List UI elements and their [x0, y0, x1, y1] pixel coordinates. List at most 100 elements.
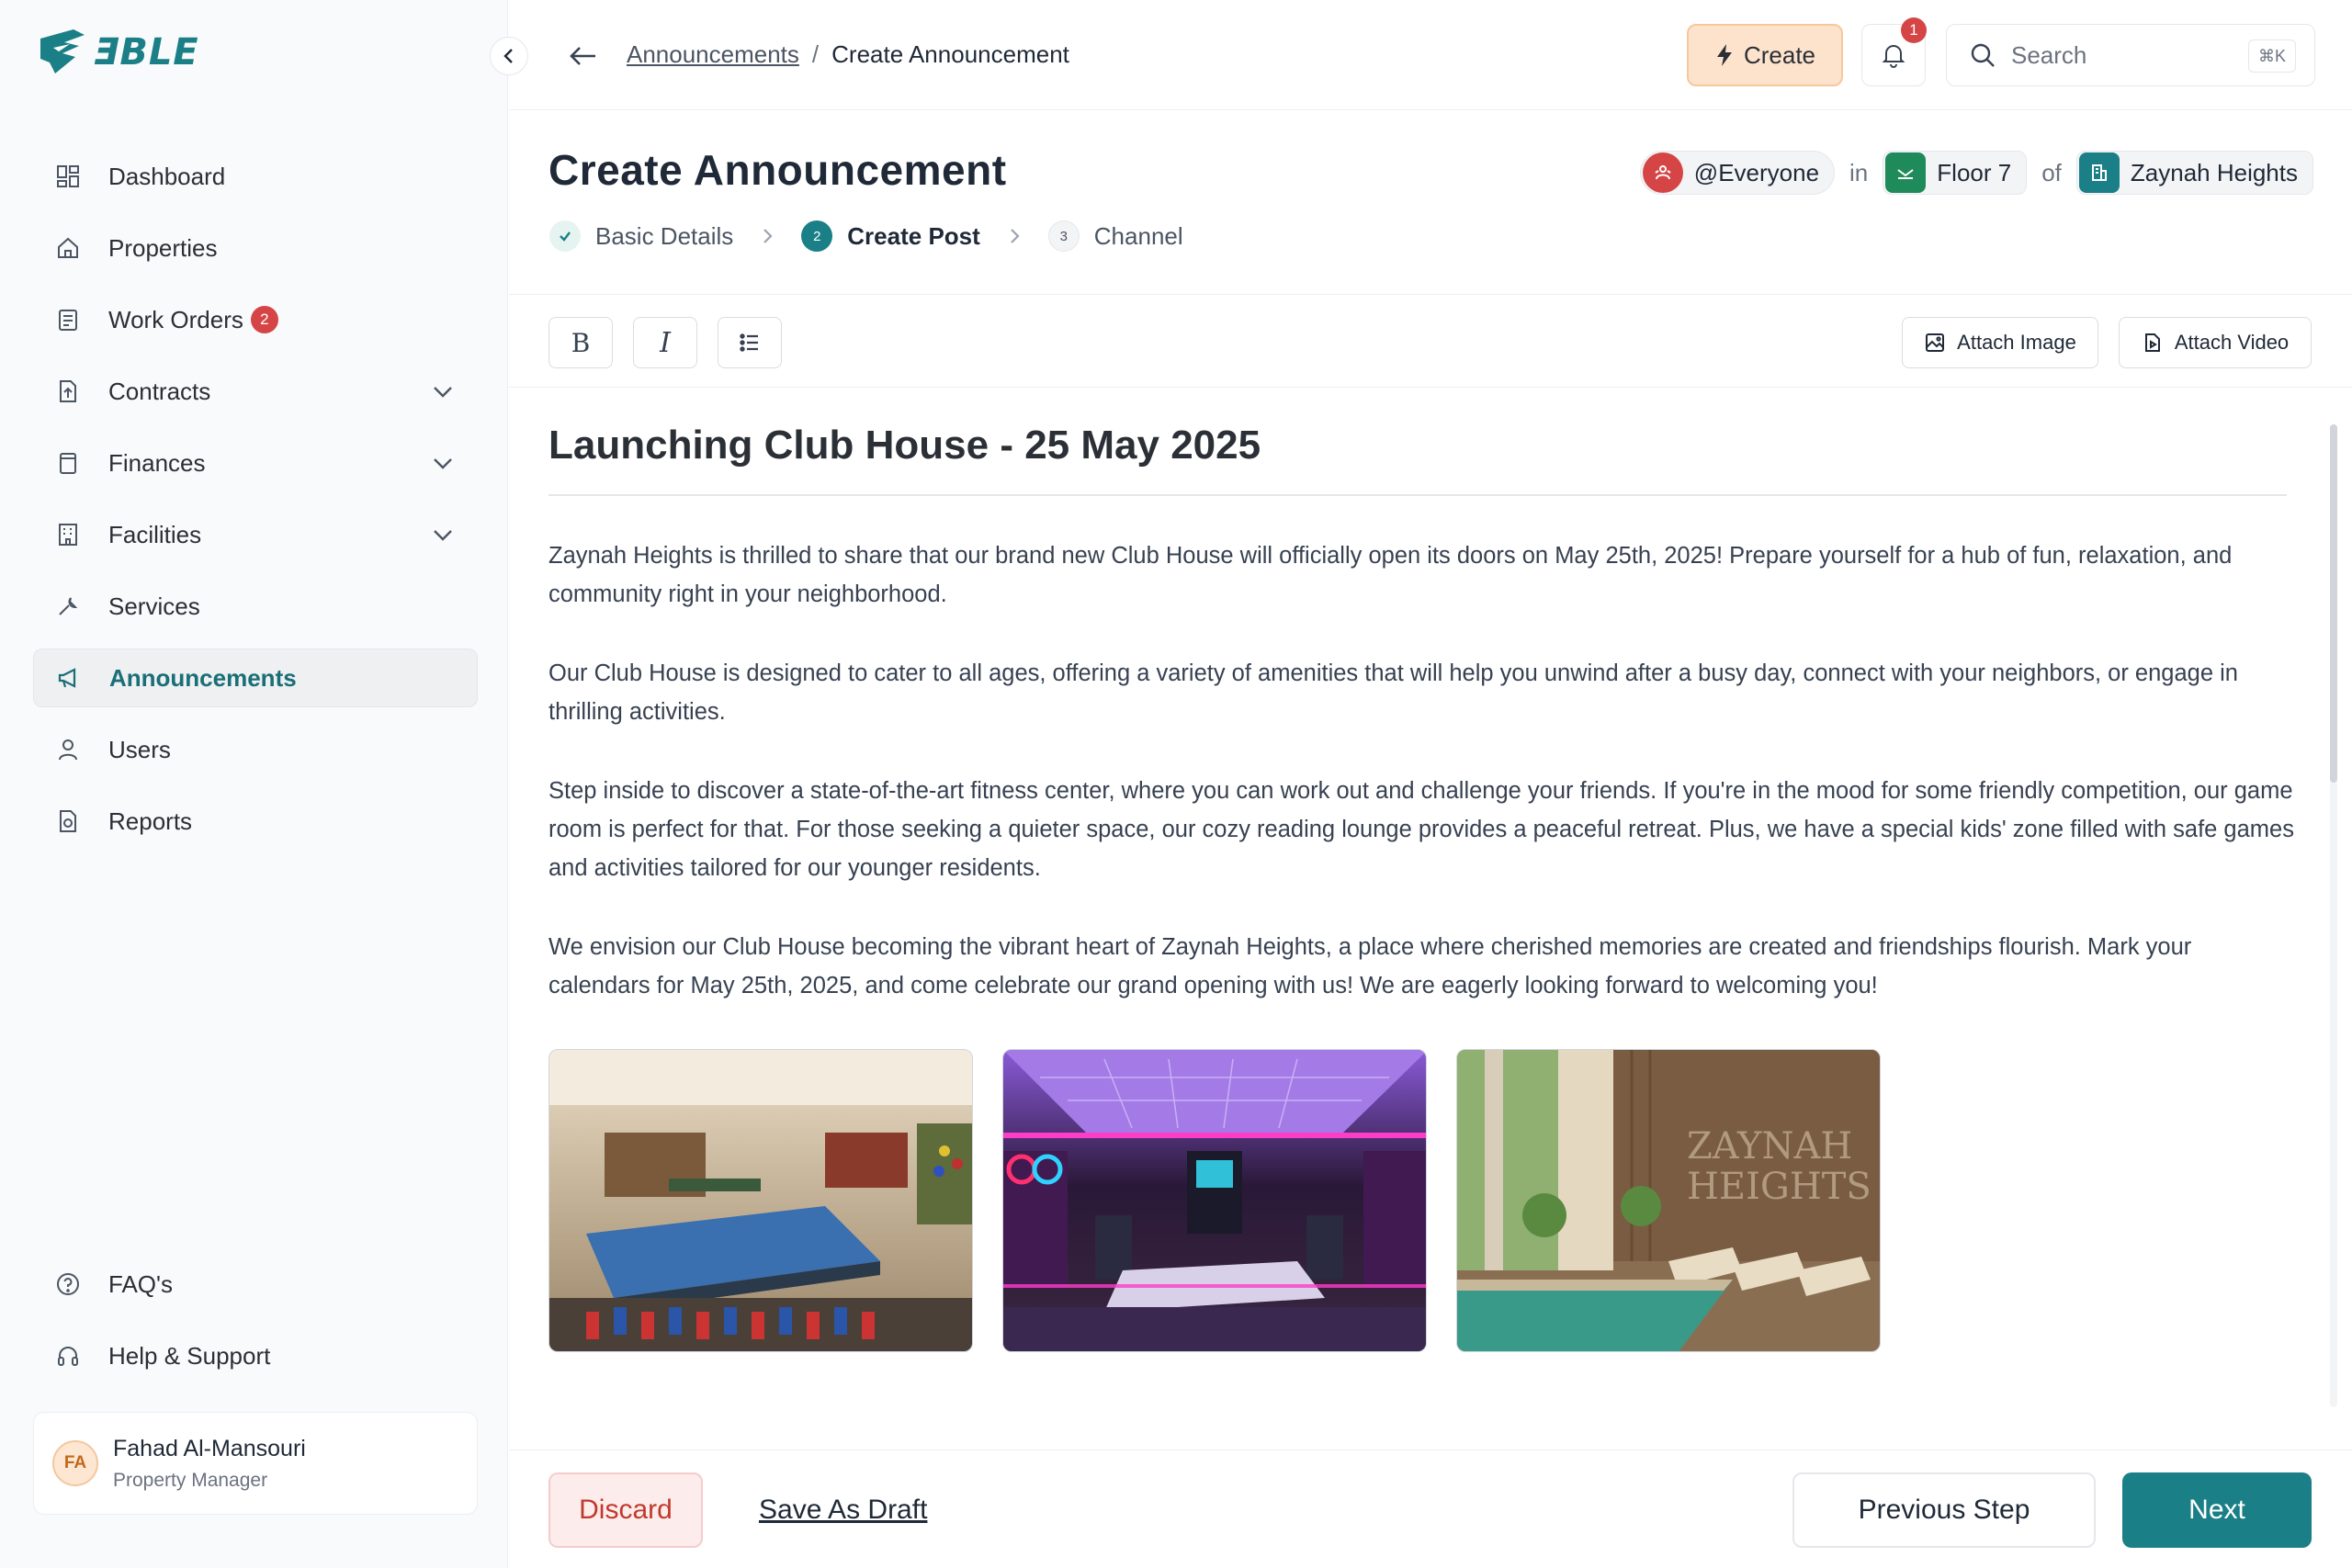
sidebar-item-users[interactable]: Users: [33, 720, 478, 779]
game-room-image[interactable]: [548, 1049, 973, 1352]
wrench-icon: [53, 592, 83, 621]
sidebar-item-label: Work Orders: [108, 305, 243, 333]
chevron-right-icon: [1011, 229, 1020, 243]
app-logo[interactable]: ƎBLE: [37, 26, 199, 79]
wallet-icon: [53, 448, 83, 478]
post-paragraph: Step inside to discover a state-of-the-a…: [548, 778, 2294, 881]
sidebar-item-work-orders[interactable]: Work Orders 2: [33, 290, 478, 349]
attach-video-button[interactable]: Attach Video: [2119, 317, 2312, 368]
building-icon: [53, 520, 83, 549]
step-3-number: 3: [1047, 220, 1080, 252]
sidebar-item-services[interactable]: Services: [33, 577, 478, 636]
post-body-field[interactable]: Zaynah Heights is thrilled to share that…: [548, 536, 2294, 1005]
search-box[interactable]: ⌘K: [1946, 24, 2315, 86]
step-indicator: Basic Details 2 Create Post 3 Channel: [549, 220, 1183, 252]
attached-images: ZAYNAH HEIGHTS: [548, 1049, 1881, 1352]
wall-sign-line-1: ZAYNAH: [1687, 1125, 1852, 1168]
image-icon: [1926, 333, 1945, 352]
editor-scrollbar[interactable]: [2330, 424, 2337, 1407]
sidebar-bottom-nav: FAQ's Help & Support: [33, 1255, 478, 1398]
sidebar-item-announcements[interactable]: Announcements: [33, 649, 478, 707]
search-input[interactable]: [2011, 40, 2222, 70]
audience-of-text: of: [2041, 158, 2062, 186]
search-shortcut-hint: ⌘K: [2247, 39, 2296, 73]
sidebar-item-label: Finances: [108, 448, 206, 477]
next-button[interactable]: Next: [2122, 1472, 2312, 1548]
italic-button[interactable]: I: [633, 317, 697, 368]
chevron-down-icon[interactable]: [430, 378, 456, 404]
step-3-label[interactable]: Channel: [1094, 222, 1183, 251]
dashboard-icon: [53, 162, 83, 191]
floor-chip[interactable]: Floor 7: [1883, 151, 2028, 195]
sidebar-nav: Dashboard Properties Work Orders 2 Contr…: [33, 147, 478, 863]
sidebar-item-label: Users: [108, 735, 171, 763]
sidebar-item-label: Services: [108, 592, 200, 620]
notifications-button[interactable]: 1: [1861, 17, 1927, 86]
previous-step-button[interactable]: Previous Step: [1792, 1472, 2096, 1548]
collapse-sidebar-button[interactable]: [490, 37, 528, 75]
scrollbar-thumb[interactable]: [2330, 424, 2337, 783]
user-info: Fahad Al-Mansouri Property Manager: [113, 1436, 306, 1492]
step-2-number: 2: [801, 220, 833, 252]
bullet-list-button[interactable]: [718, 317, 782, 368]
discard-button[interactable]: Discard: [548, 1472, 703, 1548]
bold-button[interactable]: B: [548, 317, 613, 368]
sidebar-item-label: Contracts: [108, 377, 211, 405]
contract-icon: [53, 377, 83, 406]
post-editor[interactable]: Launching Club House - 25 May 2025 Zayna…: [548, 423, 2294, 1045]
back-arrow-icon[interactable]: [564, 37, 603, 75]
sidebar-item-label: Help & Support: [108, 1341, 271, 1370]
breadcrumb: Announcements / Create Announcement: [627, 40, 1069, 69]
property-chip[interactable]: Zaynah Heights: [2075, 151, 2313, 195]
chevron-right-icon: [763, 229, 773, 243]
sidebar-item-reports[interactable]: Reports: [33, 792, 478, 851]
breadcrumb-announcements-link[interactable]: Announcements: [627, 40, 799, 69]
attach-image-label: Attach Image: [1957, 331, 2076, 354]
post-paragraph: Zaynah Heights is thrilled to share that…: [548, 543, 2233, 607]
attach-video-label: Attach Video: [2174, 331, 2290, 354]
sidebar-item-finances[interactable]: Finances: [33, 434, 478, 492]
sidebar-item-contracts[interactable]: Contracts: [33, 362, 478, 421]
bell-icon: [1882, 45, 1905, 68]
step-1-label[interactable]: Basic Details: [595, 222, 733, 251]
property-label: Zaynah Heights: [2130, 158, 2298, 186]
arcade-room-image[interactable]: [1002, 1049, 1427, 1352]
report-icon: [53, 807, 83, 836]
sidebar-item-label: Properties: [108, 233, 218, 262]
create-button[interactable]: Create: [1687, 24, 1843, 86]
post-title-field[interactable]: Launching Club House - 25 May 2025: [548, 423, 2287, 496]
italic-icon: I: [660, 326, 671, 359]
floor-label: Floor 7: [1937, 158, 2012, 186]
user-profile-card[interactable]: FA Fahad Al-Mansouri Property Manager: [33, 1412, 478, 1515]
attach-image-button[interactable]: Attach Image: [1902, 317, 2098, 368]
chevron-down-icon[interactable]: [430, 450, 456, 476]
sidebar-item-help-support[interactable]: Help & Support: [33, 1326, 478, 1385]
step-2-label[interactable]: Create Post: [847, 222, 980, 251]
sidebar-item-faqs[interactable]: FAQ's: [33, 1255, 478, 1314]
wall-sign-line-2: HEIGHTS: [1687, 1166, 1871, 1208]
form-footer: Discard Save As Draft Previous Step Next: [509, 1450, 2352, 1568]
chevron-left-icon: [503, 49, 513, 63]
pool-lounge-image[interactable]: ZAYNAH HEIGHTS: [1456, 1049, 1881, 1352]
headset-icon: [53, 1341, 83, 1371]
chevron-down-icon[interactable]: [430, 522, 456, 547]
logo-mark-icon: [40, 29, 85, 73]
audience-selector: @Everyone in Floor 7 of Zaynah Heights: [1639, 151, 2313, 195]
page-title: Create Announcement: [548, 146, 1007, 194]
user-role: Property Manager: [113, 1469, 268, 1491]
sidebar-item-dashboard[interactable]: Dashboard: [33, 147, 478, 206]
sidebar-item-facilities[interactable]: Facilities: [33, 505, 478, 564]
video-file-icon: [2144, 333, 2160, 352]
floor-icon: [1885, 152, 1927, 193]
sidebar-item-label: Reports: [108, 807, 193, 835]
sidebar-item-label: FAQ's: [108, 1269, 173, 1298]
audience-group-chip[interactable]: @Everyone: [1639, 151, 1836, 195]
sidebar-item-properties[interactable]: Properties: [33, 219, 478, 277]
lightning-icon: [1716, 44, 1732, 66]
question-icon: [53, 1269, 83, 1299]
bullet-list-icon: [740, 333, 758, 352]
user-name: Fahad Al-Mansouri: [113, 1435, 306, 1461]
step-1-check-icon: [549, 220, 581, 252]
save-draft-button[interactable]: Save As Draft: [759, 1495, 927, 1526]
search-icon: [1971, 43, 1995, 67]
